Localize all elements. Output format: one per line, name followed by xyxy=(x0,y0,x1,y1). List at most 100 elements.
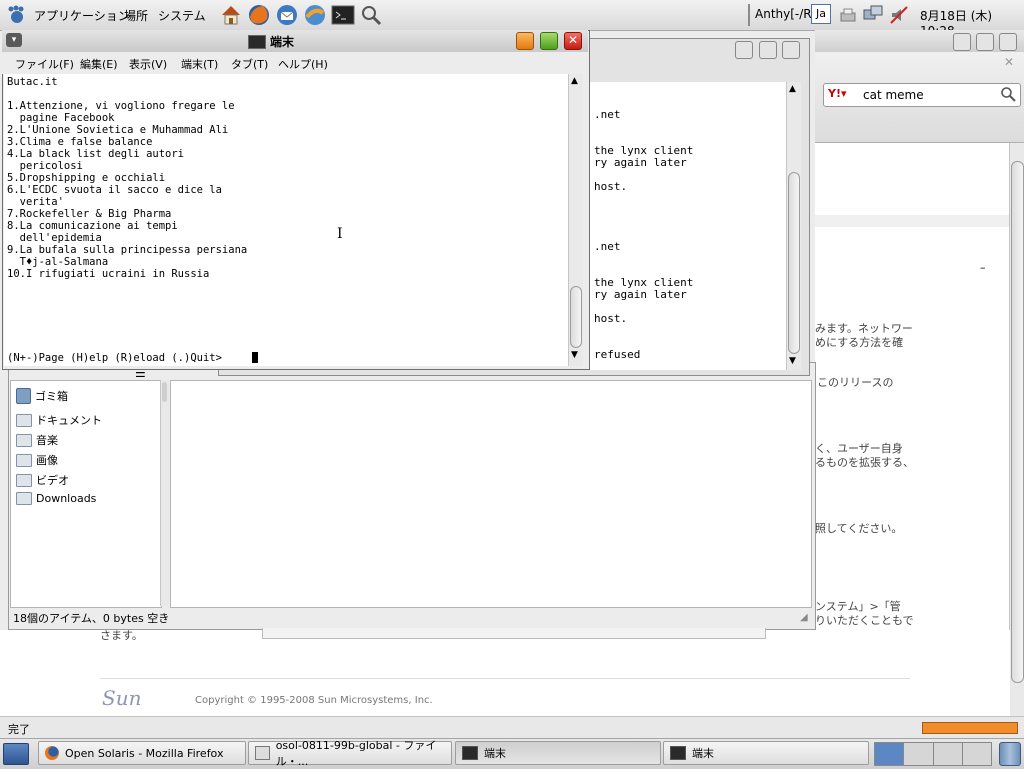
menu-help[interactable]: ヘルプ(H) xyxy=(278,56,328,72)
text-cursor-icon: I xyxy=(337,226,343,242)
taskbar-item-terminal[interactable]: 端末 xyxy=(663,741,869,765)
terminal-line: ry again later xyxy=(594,288,687,301)
terminal-scrollbar[interactable]: ▲ ▼ xyxy=(568,74,583,366)
search-icon[interactable] xyxy=(1000,86,1016,105)
terminal-icon[interactable] xyxy=(331,3,355,27)
menu-system[interactable]: システム xyxy=(158,7,206,24)
show-desktop-icon[interactable] xyxy=(3,743,29,765)
firefox-scrollbar[interactable] xyxy=(1009,143,1024,716)
sidebar-item-label: ゴミ箱 xyxy=(35,390,68,403)
close-button[interactable] xyxy=(999,33,1017,51)
sidebar-item-trash[interactable]: ゴミ箱 xyxy=(16,388,68,404)
firefox-page-bottom: さます。 Sun Copyright © 1995-2008 Sun Micro… xyxy=(0,629,1010,716)
firefox-tabstrip-close-icon[interactable]: ✕ xyxy=(1004,55,1014,69)
folder-icon xyxy=(16,492,32,505)
workspace-1[interactable] xyxy=(875,743,905,765)
taskbar-item-label: 端末 xyxy=(692,747,714,760)
close-button[interactable]: ✕ xyxy=(564,32,582,50)
sidebar-item-music[interactable]: 音楽 xyxy=(16,432,58,448)
firefox-titlebar xyxy=(815,30,1024,52)
sidebar-item-documents[interactable]: ドキュメント xyxy=(16,412,102,428)
menu-edit[interactable]: 編集(E) xyxy=(80,56,118,72)
sidebar-scrollbar[interactable] xyxy=(160,380,169,606)
content-line: このリリースの xyxy=(817,376,894,389)
terminal-line: 8.La comunicazione ai tempi xyxy=(7,220,178,232)
maximize-button[interactable] xyxy=(540,32,558,50)
workspace-2[interactable] xyxy=(904,743,934,765)
workspace-3[interactable] xyxy=(933,743,963,765)
scroll-down-icon[interactable]: ▼ xyxy=(789,356,796,366)
sidebar-item-downloads[interactable]: Downloads xyxy=(16,492,96,505)
restore-button[interactable] xyxy=(976,33,994,51)
sidebar-item-videos[interactable]: ビデオ xyxy=(16,472,69,488)
folder-icon xyxy=(16,413,32,427)
gnome-foot-icon[interactable] xyxy=(6,5,28,25)
terminal-2-output[interactable] xyxy=(588,82,786,370)
minimize-button[interactable] xyxy=(735,41,753,59)
firefox-icon[interactable] xyxy=(247,3,271,27)
trash-icon[interactable] xyxy=(999,742,1021,766)
sidebar-item-label: Downloads xyxy=(36,492,97,505)
terminal-line: 7.Rockefeller & Big Pharma xyxy=(7,208,172,220)
terminal-line: 6.L'ECDC svuota il sacco e dice la xyxy=(7,184,222,196)
content-line: るものを拡張する、 xyxy=(815,456,914,469)
terminal-line: pagine Facebook xyxy=(7,112,115,124)
scrollbar-thumb[interactable] xyxy=(788,172,800,354)
resize-grip-icon[interactable]: ◢ xyxy=(800,612,808,623)
scrollbar-thumb[interactable] xyxy=(570,286,582,348)
scrollbar-thumb[interactable] xyxy=(1011,161,1024,683)
menu-file[interactable]: ファイル(F) xyxy=(15,56,74,72)
menu-terminal[interactable]: 端末(T) xyxy=(181,56,218,72)
sidebar-item-pictures[interactable]: 画像 xyxy=(16,452,58,468)
content-line: めにする方法を確 xyxy=(815,336,904,349)
terminal-2-scrollbar[interactable]: ▲ ▼ xyxy=(786,82,801,370)
scroll-down-icon[interactable]: ▼ xyxy=(571,350,578,360)
terminal-titlebar[interactable]: ▾ 端末 ✕ xyxy=(2,30,588,53)
dash-mark: – xyxy=(980,261,986,274)
taskbar-item-firefox[interactable]: Open Solaris - Mozilla Firefox xyxy=(38,741,246,765)
printer-icon[interactable] xyxy=(838,5,858,25)
window-menu-icon[interactable]: ▾ xyxy=(6,33,22,47)
file-manager-icon xyxy=(255,746,270,760)
sidebar-item-label: ビデオ xyxy=(36,474,69,487)
taskbar-item-file-manager[interactable]: osol-0811-99b-global - ファイル・... xyxy=(248,739,452,768)
maximize-button[interactable] xyxy=(759,41,777,59)
search-icon[interactable] xyxy=(359,3,383,27)
window-title: 端末 xyxy=(270,35,295,49)
yahoo-search-engine-icon[interactable]: Y!▾ xyxy=(828,87,847,100)
taskbar-item-terminal-active[interactable]: 端末 xyxy=(455,741,661,765)
menu-applications[interactable]: アプリケーション xyxy=(34,7,130,24)
terminal-line: 2.L'Unione Sovietica e Muhammad Ali xyxy=(7,124,229,136)
folder-icon xyxy=(16,433,32,447)
scrollbar-thumb[interactable] xyxy=(162,382,167,402)
top-panel: アプリケーション 場所 システム Anthy[-/R] Ja 8月18日 (木)… xyxy=(0,0,1024,38)
search-input-value[interactable]: cat meme xyxy=(863,88,924,102)
thunderbird-icon[interactable] xyxy=(275,3,299,27)
update-icon[interactable] xyxy=(303,3,327,27)
terminal-prompt: (N+-)Page (H)elp (R)eload (.)Quit> xyxy=(7,352,222,364)
search-field[interactable]: Y!▾ cat meme xyxy=(823,83,1021,107)
firefox-statusbar: 完了 xyxy=(0,716,1024,739)
file-view[interactable] xyxy=(170,380,812,608)
firefox-icon xyxy=(45,746,59,760)
menu-places[interactable]: 場所 xyxy=(124,7,148,24)
network-icon[interactable] xyxy=(862,4,884,26)
lang-badge[interactable]: Ja xyxy=(811,4,831,24)
input-method-indicator[interactable]: Anthy[-/R] xyxy=(755,7,816,21)
minimize-button[interactable] xyxy=(953,33,971,51)
menu-tabs[interactable]: タブ(T) xyxy=(231,56,268,72)
home-icon[interactable] xyxy=(219,3,243,27)
workspace-4[interactable] xyxy=(962,743,991,765)
scroll-up-icon[interactable]: ▲ xyxy=(789,84,796,94)
minimize-button[interactable] xyxy=(516,32,534,50)
sidebar-item-label: ドキュメント xyxy=(36,414,102,427)
copyright: Copyright © 1995-2008 Sun Microsystems, … xyxy=(195,695,433,706)
workspace-switcher[interactable] xyxy=(874,742,992,766)
terminal-line: 4.La black list degli autori xyxy=(7,148,185,160)
close-button[interactable] xyxy=(782,41,800,59)
terminal-icon xyxy=(462,746,478,760)
menu-view[interactable]: 表示(V) xyxy=(129,56,167,72)
scroll-up-icon[interactable]: ▲ xyxy=(571,76,578,86)
divider xyxy=(100,678,910,679)
volume-muted-icon[interactable] xyxy=(889,5,909,25)
